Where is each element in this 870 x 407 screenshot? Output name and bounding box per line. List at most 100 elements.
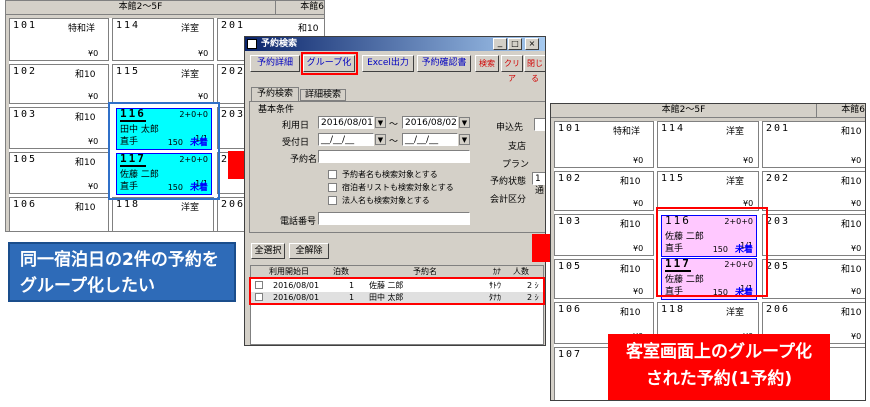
receipt-date-to-dropdown[interactable]: ▼ (459, 134, 470, 145)
select-all-button[interactable]: 全選択 (251, 243, 285, 259)
room-price: ¥0 (633, 199, 644, 208)
room-type: 和10 (841, 265, 862, 275)
room-number: 201 (221, 20, 246, 31)
room-number: 202 (221, 66, 246, 77)
room-cell[interactable]: 103 和10 ¥0 (554, 214, 654, 256)
use-date-from-field[interactable]: 2016/08/01 (318, 116, 374, 129)
room-number: 205 (766, 261, 791, 272)
minimize-button[interactable]: _ (493, 38, 507, 50)
room-number: 102 (558, 173, 583, 184)
room-price: ¥0 (633, 287, 644, 296)
room-number: 103 (558, 216, 583, 227)
left-tab-header-main[interactable]: 本館2～5F (6, 1, 276, 15)
room-type: 洋室 (726, 308, 745, 318)
use-date-to-dropdown[interactable]: ▼ (459, 117, 470, 128)
tab-search[interactable]: 予約検索 (251, 87, 299, 101)
room-type: 洋室 (181, 203, 200, 213)
left-selection-highlight (108, 102, 220, 200)
room-number: 101 (13, 20, 38, 31)
applicant-field[interactable] (534, 118, 545, 131)
reservation-name-field[interactable] (318, 150, 470, 163)
room-type: 和10 (620, 220, 641, 230)
room-price: ¥0 (851, 287, 862, 296)
room-number: 202 (766, 173, 791, 184)
room-cell[interactable]: 114 洋室 ¥0 (112, 18, 214, 61)
applicant-label: 申込先 (496, 123, 524, 133)
room-type: 和10 (841, 308, 862, 318)
clear-button[interactable]: クリア (501, 55, 523, 83)
receipt-date-from-dropdown[interactable]: ▼ (375, 134, 386, 145)
excel-export-button[interactable]: Excel出力 (362, 55, 414, 72)
room-cell[interactable]: 103 和10 ¥0 (9, 107, 109, 149)
room-number: 101 (558, 123, 583, 134)
status-field[interactable]: 1 通 (532, 172, 545, 196)
right-tab-header-main[interactable]: 本館2～5F (551, 104, 817, 118)
room-cell[interactable]: 202 和10 ¥0 (762, 171, 865, 211)
receipt-date-from-field[interactable]: __/__/__ (318, 133, 374, 146)
room-type: 特和洋 (68, 24, 96, 34)
room-price: ¥0 (851, 156, 862, 165)
tab-detail-search[interactable]: 詳細検索 (300, 89, 346, 101)
room-cell[interactable]: 101 特和洋 ¥0 (9, 18, 109, 61)
reservation-detail-button[interactable]: 予約詳細 (250, 55, 300, 72)
room-cell[interactable]: 114 洋室 ¥0 (657, 121, 759, 168)
room-type: 洋室 (726, 127, 745, 137)
use-date-label: 利用日 (282, 121, 310, 131)
room-cell[interactable]: 106 和10 (9, 197, 109, 231)
room-cell[interactable]: 203 和10 ¥0 (762, 214, 865, 256)
dialog-title-bar[interactable]: 予約検索 _ □ × (245, 37, 545, 51)
room-cell[interactable]: 102 和10 ¥0 (554, 171, 654, 211)
room-number: 106 (558, 304, 583, 315)
room-price: ¥0 (633, 244, 644, 253)
search-button[interactable]: 検索 (475, 55, 499, 72)
dialog-title: 予約検索 (261, 39, 298, 49)
phone-field[interactable] (318, 212, 470, 225)
room-price: ¥0 (198, 49, 209, 58)
use-date-from-dropdown[interactable]: ▼ (375, 117, 386, 128)
include-booker-label: 予約者名も検索対象とする (342, 170, 438, 179)
room-cell[interactable]: 102 和10 ¥0 (9, 64, 109, 104)
deselect-all-button[interactable]: 全解除 (289, 243, 329, 259)
close-dialog-button[interactable]: 閉じる (524, 55, 545, 83)
room-cell[interactable]: 105 和10 ¥0 (554, 259, 654, 299)
room-price: ¥0 (88, 137, 99, 146)
room-cell[interactable]: 115 洋室 ¥0 (112, 64, 214, 104)
room-number: 118 (661, 304, 686, 315)
room-number: 118 (116, 199, 141, 210)
room-price: ¥0 (633, 156, 644, 165)
confirmation-button[interactable]: 予約確認書 (417, 55, 471, 72)
maximize-button[interactable]: □ (508, 38, 522, 50)
room-number: 102 (13, 66, 38, 77)
grouped-reservation-highlight (656, 207, 768, 297)
room-type: 和10 (75, 70, 96, 80)
app-icon (247, 39, 257, 49)
room-type: 和10 (841, 177, 862, 187)
room-price: ¥0 (88, 49, 99, 58)
phone-label: 電話番号 (280, 217, 317, 227)
left-tab-header-next[interactable]: 本館6 (276, 1, 324, 15)
room-type: 特和洋 (613, 127, 641, 137)
accounting-label: 会計区分 (490, 195, 527, 205)
room-number: 115 (116, 66, 141, 77)
include-guest-list-checkbox[interactable] (328, 183, 337, 192)
room-cell[interactable]: 205 和10 ¥0 (762, 259, 865, 299)
receipt-date-to-field[interactable]: __/__/__ (402, 133, 458, 146)
include-corp-checkbox[interactable] (328, 196, 337, 205)
room-cell[interactable]: 201 和10 ¥0 (762, 121, 865, 168)
use-date-to-field[interactable]: 2016/08/02 (402, 116, 458, 129)
room-price: ¥0 (88, 92, 99, 101)
search-panel: 基本条件 利用日 2016/08/01 ▼ ～ 2016/08/02 ▼ 受付日… (249, 101, 545, 233)
status-label: 予約状態 (490, 177, 527, 187)
room-cell[interactable]: 105 和10 ¥0 (9, 152, 109, 194)
receipt-date-label: 受付日 (282, 138, 310, 148)
room-cell[interactable]: 115 洋室 ¥0 (657, 171, 759, 211)
room-price: ¥0 (851, 244, 862, 253)
include-booker-checkbox[interactable] (328, 170, 337, 179)
room-cell[interactable]: 101 特和洋 ¥0 (554, 121, 654, 168)
room-cell[interactable]: 118 洋室 (112, 197, 214, 231)
right-tab-header-next[interactable]: 本館6 (817, 104, 865, 118)
close-button[interactable]: × (525, 38, 539, 50)
room-price: ¥0 (198, 92, 209, 101)
room-number: 103 (13, 109, 38, 120)
room-type: 洋室 (181, 70, 200, 80)
